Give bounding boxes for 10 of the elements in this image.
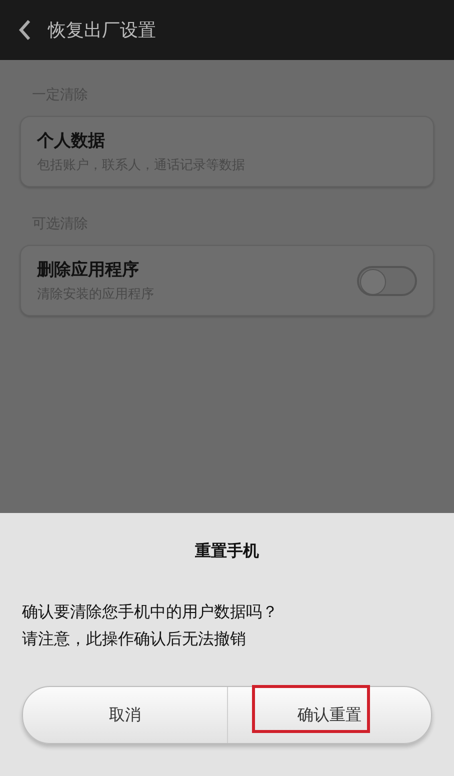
setting-title: 个人数据 — [37, 130, 106, 152]
setting-title: 删除应用程序 — [37, 259, 140, 281]
dialog-button[interactable]: 确认重置 — [226, 687, 431, 743]
dialog-message: 确认要清除您手机中的用户数据吗？ — [22, 602, 279, 623]
dialog-title: 重置手机 — [194, 541, 260, 562]
screen-title: 恢复出厂设置 — [48, 19, 156, 42]
dialog-message: 请注意，此操作确认后无法撤销 — [22, 629, 247, 650]
dialog-button[interactable]: 取消 — [23, 687, 226, 743]
toggle-switch[interactable] — [357, 266, 417, 296]
back-icon[interactable] — [18, 19, 32, 41]
